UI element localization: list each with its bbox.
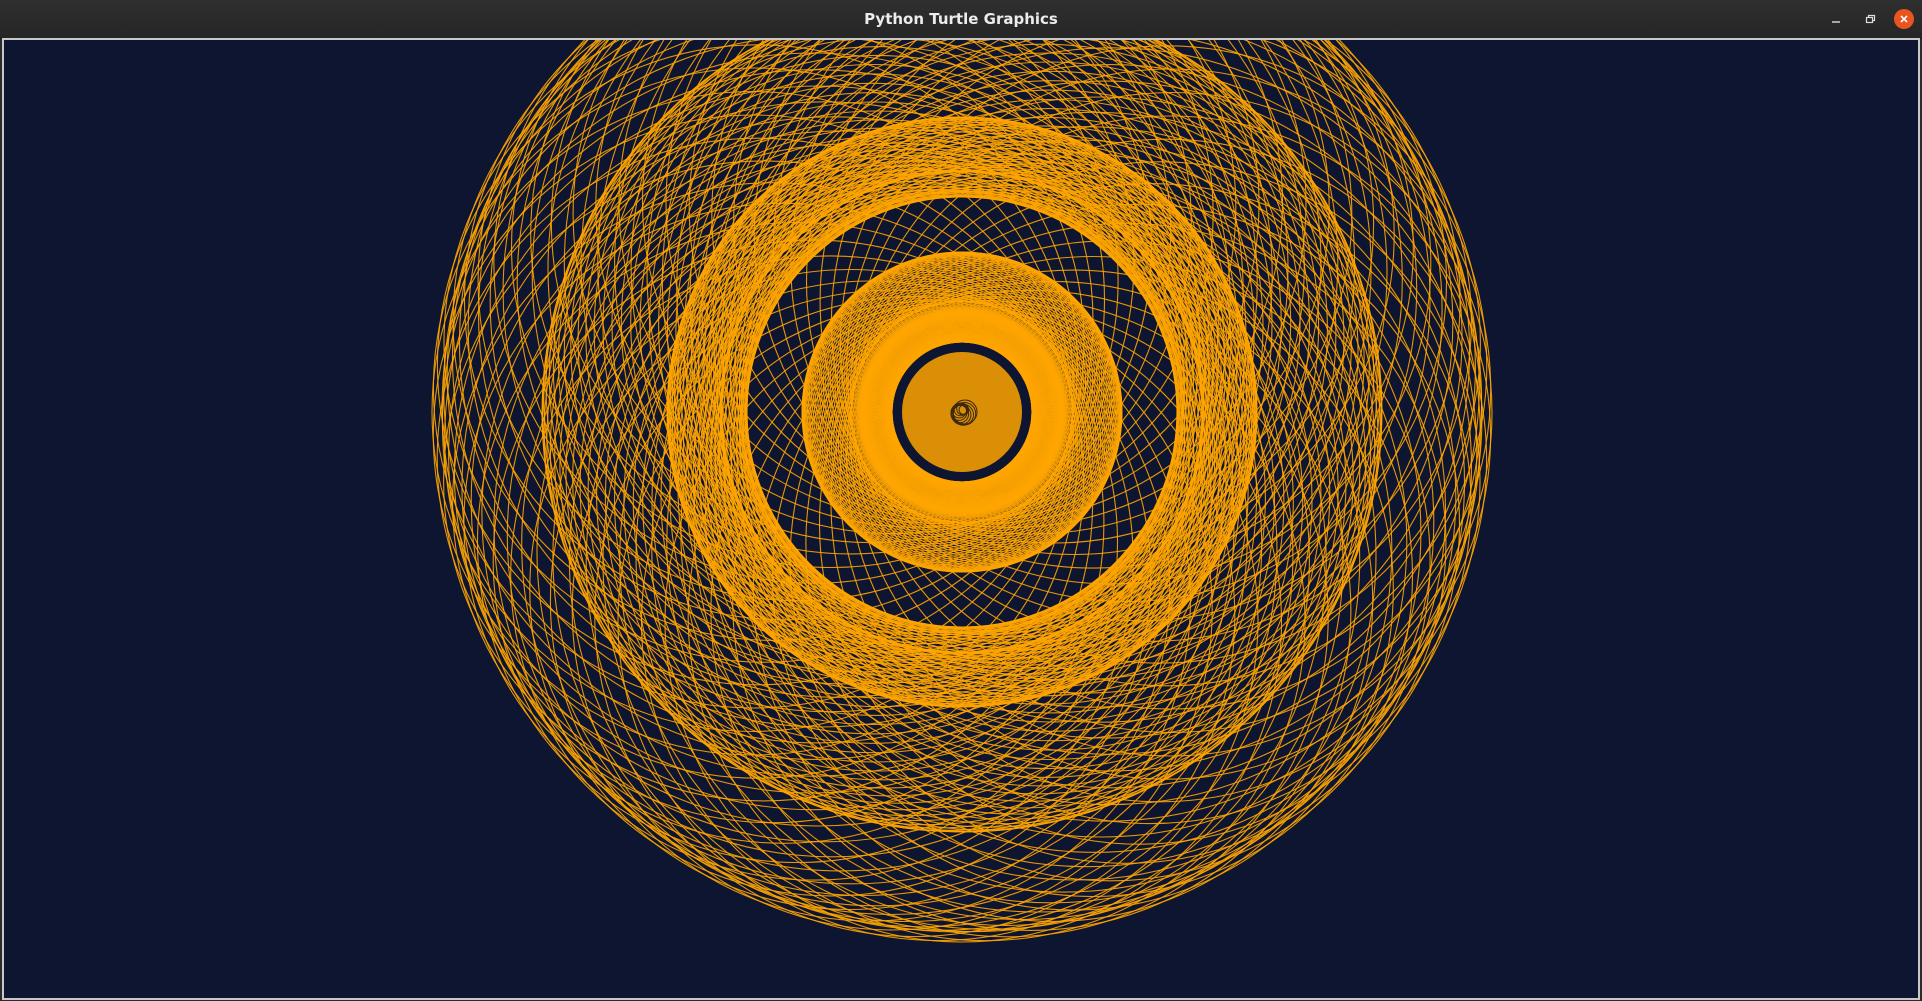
maximize-button[interactable]	[1860, 9, 1880, 29]
turtle-window: Python Turtle Graphics	[0, 0, 1922, 1001]
title-bar[interactable]: Python Turtle Graphics	[0, 0, 1922, 39]
close-button[interactable]	[1894, 9, 1914, 29]
dense-core	[902, 352, 1022, 472]
minimize-button[interactable]	[1826, 9, 1846, 29]
turtle-drawing-canvas[interactable]	[4, 40, 1918, 998]
close-icon	[1900, 15, 1908, 23]
restore-icon	[1865, 14, 1876, 24]
turtle-canvas-frame[interactable]	[2, 38, 1920, 1000]
window-title: Python Turtle Graphics	[864, 10, 1058, 28]
minimize-icon	[1832, 21, 1840, 23]
window-controls	[1826, 0, 1914, 38]
